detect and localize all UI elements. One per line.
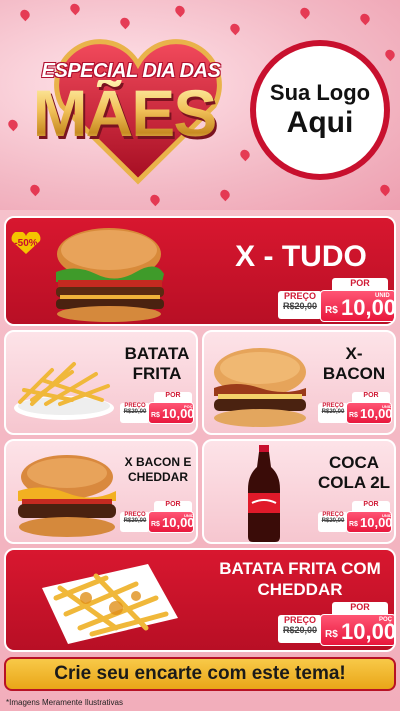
old-price: R$20,00 [282, 625, 318, 635]
product-card-batata-frita[interactable]: BATATA FRITA POR PREÇO R$20,00 R$ 10,00 … [4, 330, 198, 435]
old-price: R$20,00 [321, 409, 345, 415]
petal-decoration [148, 192, 162, 207]
new-price-box: R$ 10,00 UNID [346, 402, 393, 424]
old-price: R$20,00 [123, 518, 147, 524]
product-name-line2: CHEDDAR [128, 470, 188, 484]
old-price: R$20,00 [321, 518, 345, 524]
petal-decoration [68, 1, 82, 16]
product-card-batata-cheddar[interactable]: BATATA FRITA COM CHEDDAR POR PREÇO R$20,… [4, 548, 396, 652]
petal-decoration [118, 15, 132, 30]
logo-placeholder: Sua Logo Aqui [250, 40, 390, 180]
petal-decoration [28, 182, 42, 197]
petal-decoration [378, 182, 392, 197]
currency: R$ [349, 521, 358, 528]
title-main: MÃES [14, 80, 234, 146]
product-name-line2: CHEDDAR [257, 580, 343, 599]
logo-line1: Sua Logo [269, 80, 371, 105]
burger-icon [18, 455, 116, 537]
product-name: X- BACON [314, 344, 394, 384]
logo-line2: Aqui [286, 106, 354, 139]
new-price-box: R$ 10,00 POÇ [320, 614, 394, 646]
cta-banner[interactable]: Crie seu encarte com este tema! [4, 657, 396, 691]
petal-decoration [218, 187, 232, 202]
product-name: X - TUDO [235, 240, 367, 273]
new-price-box: R$ 10,00 POÇ [148, 402, 195, 424]
product-name: BATATA FRITA COM CHEDDAR [206, 558, 394, 600]
product-name: BATATA FRITA [114, 344, 196, 384]
old-price: R$20,00 [282, 301, 318, 311]
old-price-box: PREÇO R$20,00 [318, 512, 348, 532]
old-price-box: PREÇO R$20,00 [278, 291, 322, 319]
currency: R$ [151, 412, 160, 419]
soda-bottle-icon [248, 445, 280, 542]
currency: R$ [325, 629, 338, 640]
unit: UNID [184, 513, 194, 518]
unit: POÇ [184, 404, 193, 409]
new-price-box: R$ 10,00 UNID [346, 511, 393, 533]
petal-decoration [238, 147, 252, 162]
old-price: R$20,00 [123, 409, 147, 415]
product-card-x-bacon-cheddar[interactable]: X BACON E CHEDDAR POR PREÇO R$20,00 R$ 1… [4, 439, 198, 544]
product-card-coca-cola[interactable]: COCA COLA 2L POR PREÇO R$20,00 R$ 10,00 … [202, 439, 396, 544]
currency: R$ [151, 521, 160, 528]
new-price-box: R$ 10,00 UNID [148, 511, 195, 533]
old-price-box: PREÇO R$20,00 [120, 403, 150, 423]
old-price-box: PREÇO R$20,00 [318, 403, 348, 423]
fries-icon [42, 564, 178, 644]
old-price-box: PREÇO R$20,00 [120, 512, 150, 532]
product-name-line2: BACON [322, 364, 386, 383]
fries-icon [14, 362, 114, 420]
discount-badge: -50% [10, 232, 42, 254]
unit: UNID [382, 404, 392, 409]
product-name-line1: COCA [328, 453, 380, 472]
new-price-box: R$ 10,00 UNID [320, 290, 394, 322]
product-name-line1: X BACON E [124, 455, 192, 469]
petal-decoration [173, 3, 187, 18]
unit: POÇ [379, 617, 393, 623]
header: ESPECIAL DIA DAS MÃES Sua Logo Aqui [0, 0, 400, 210]
preco-label: PREÇO [283, 291, 316, 301]
petal-decoration [298, 5, 312, 20]
preco-label: PREÇO [283, 615, 316, 625]
product-card-x-tudo[interactable]: -50% X - TUDO POR PREÇO R$20,00 R$ 10,00… [4, 216, 396, 326]
currency: R$ [325, 305, 338, 316]
burger-icon [56, 228, 164, 322]
product-name-line1: BATATA FRITA COM [219, 559, 381, 578]
old-price-box: PREÇO R$20,00 [278, 615, 322, 643]
product-name-line2: COLA 2L [317, 473, 391, 492]
footer-disclaimer: *Imagens Meramente Ilustrativas [6, 698, 123, 707]
unit: UNID [375, 293, 390, 299]
product-name: X BACON E CHEDDAR [118, 455, 196, 485]
petal-decoration [18, 7, 32, 22]
product-card-x-bacon[interactable]: X- BACON POR PREÇO R$20,00 R$ 10,00 UNID [202, 330, 396, 435]
product-name: COCA COLA 2L [314, 453, 394, 493]
product-name-line2: FRITA [132, 364, 182, 383]
currency: R$ [349, 412, 358, 419]
unit: UNID [382, 513, 392, 518]
petal-decoration [358, 11, 372, 26]
product-name-line1: X- [345, 344, 363, 363]
petal-decoration [228, 21, 242, 36]
petal-decoration [383, 47, 397, 62]
burger-icon [214, 348, 306, 427]
product-name-line1: BATATA [124, 344, 190, 363]
